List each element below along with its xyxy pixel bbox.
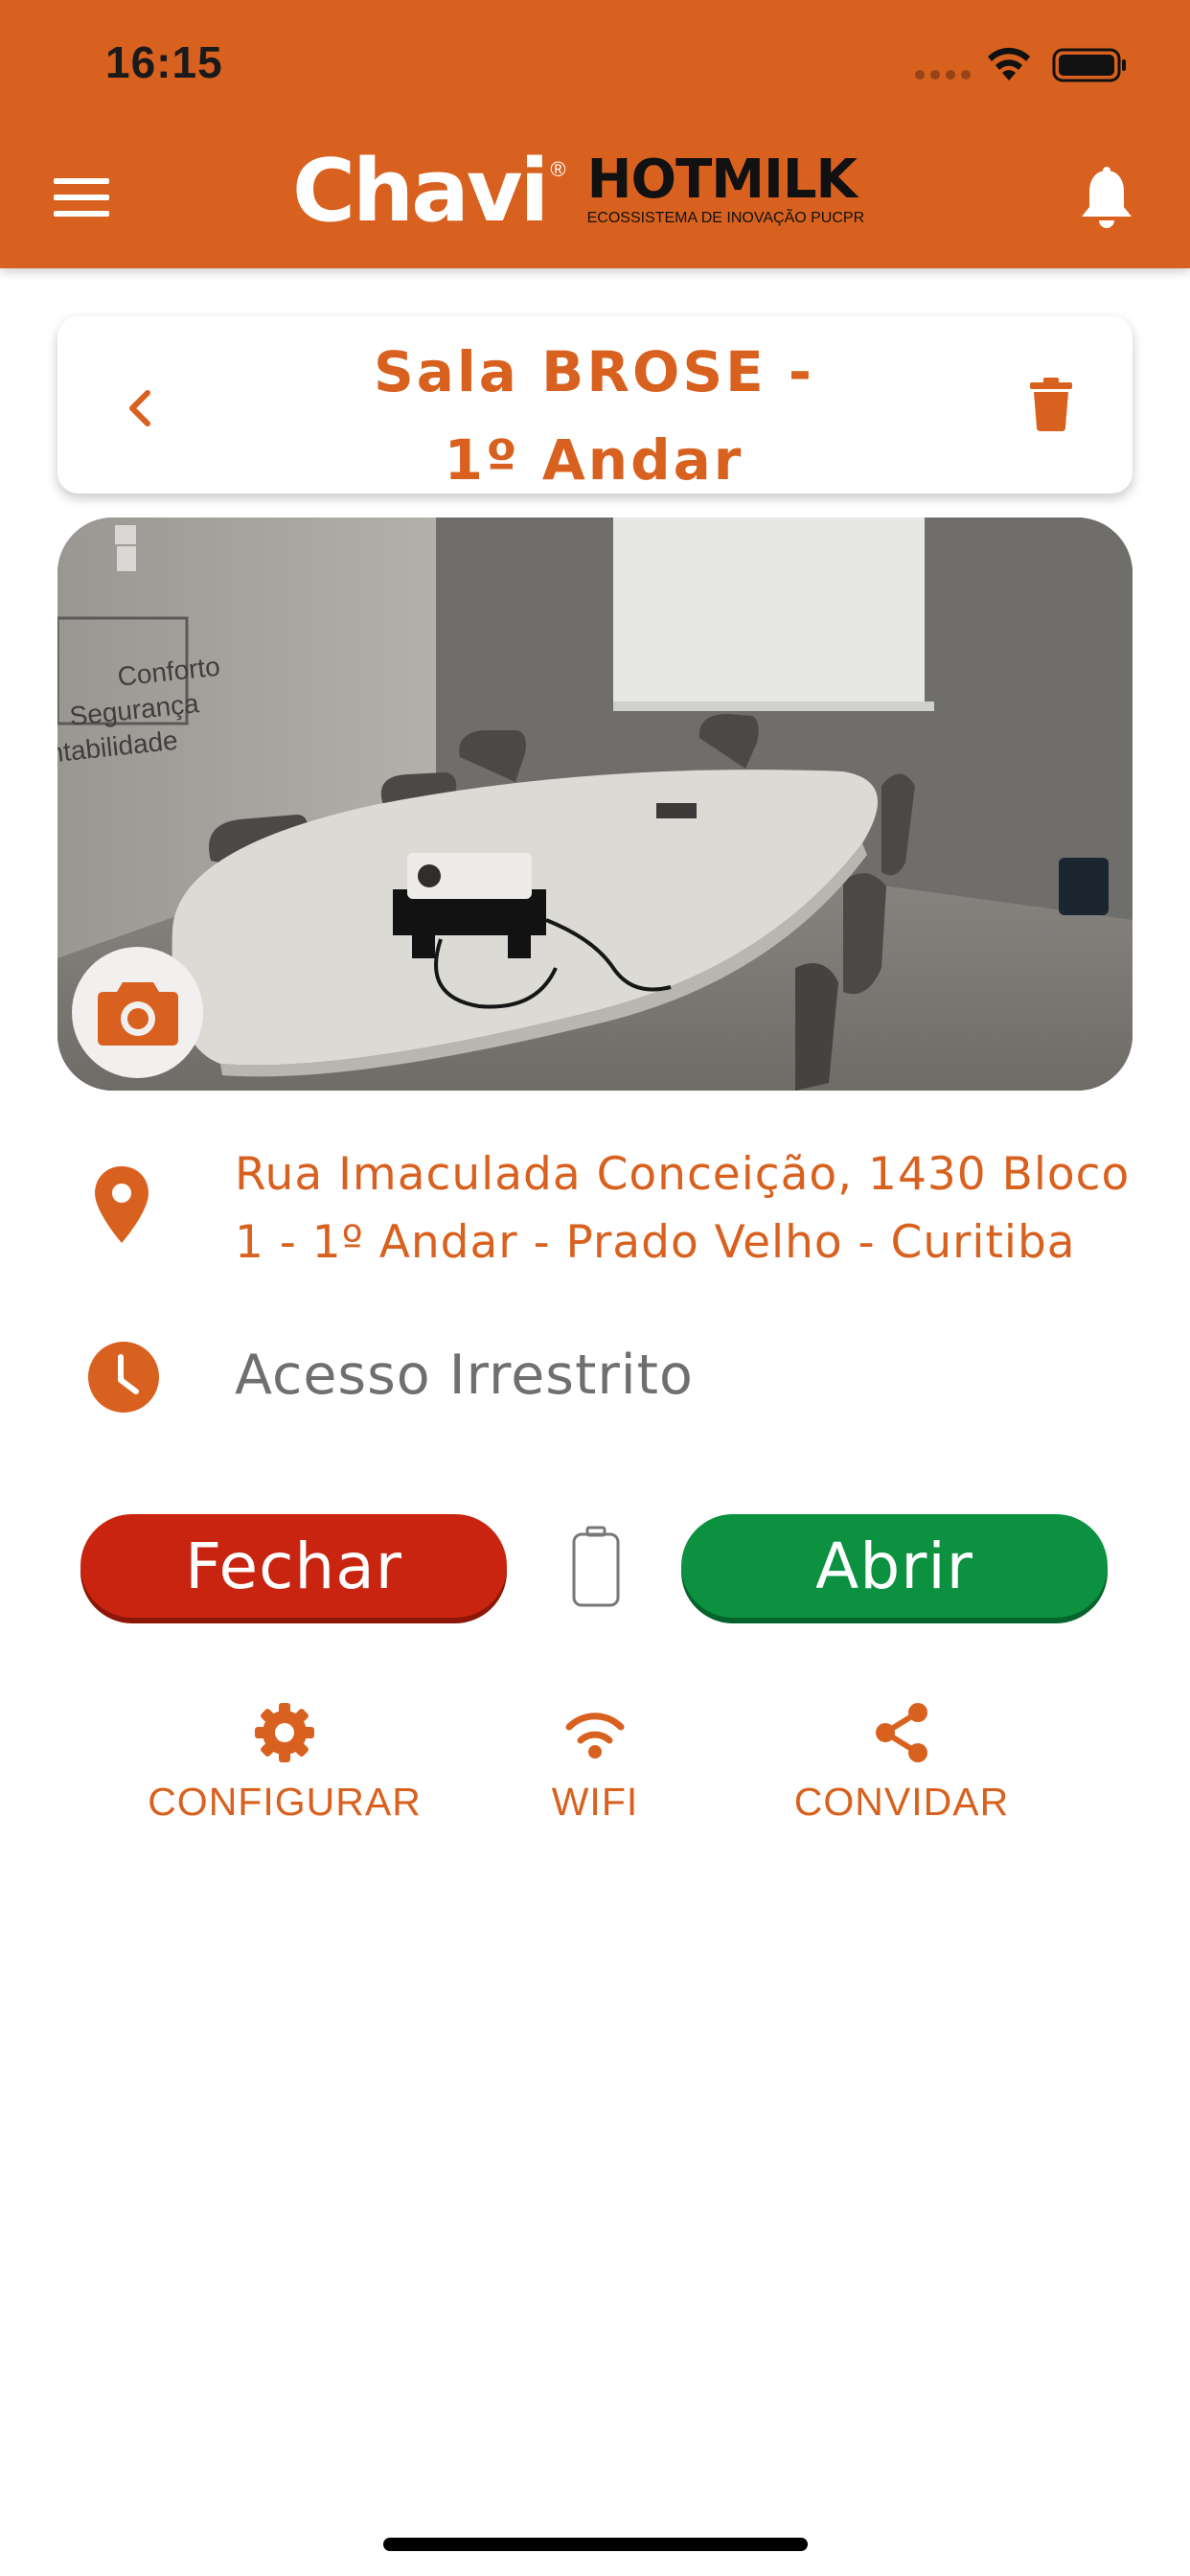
status-battery-icon [1052,48,1126,82]
change-photo-button[interactable] [72,947,203,1078]
wifi-label: WIFI [551,1780,639,1824]
home-indicator[interactable] [383,2538,808,2551]
back-chevron-icon[interactable] [125,387,153,429]
app-header: 16:15 Chavi ® HOTMILK ECOSSISTEMA DE INO… [0,0,1190,268]
wifi-action[interactable]: WIFI [442,1701,748,1825]
cellular-signal-icon [915,70,971,80]
logo-registered-mark: ® [550,157,566,181]
share-icon [876,1703,927,1762]
logo-chavi: Chavi [292,141,549,242]
close-door-button[interactable]: Fechar [80,1514,507,1618]
hamburger-menu-icon[interactable] [54,176,109,218]
configure-label: CONFIGURAR [148,1780,422,1824]
gear-icon [255,1703,314,1762]
bell-icon[interactable] [1078,167,1135,230]
configure-action[interactable]: CONFIGURAR [131,1701,438,1825]
wifi-icon [565,1713,625,1759]
invite-label: CONVIDAR [793,1780,1010,1824]
camera-icon [97,981,178,1046]
device-battery-icon [572,1526,620,1607]
partner-logo: HOTMILK ECOSSISTEMA DE INOVAÇÃO PUCPR [587,151,865,228]
partner-logo-name: HOTMILK [586,149,858,211]
status-time: 16:15 [105,37,223,87]
app-logo: Chavi ® HOTMILK ECOSSISTEMA DE INOVAÇÃO … [292,144,864,240]
room-address: Rua Imaculada Conceição, 1430 Bloco 1 - … [235,1148,1131,1269]
open-door-button[interactable]: Abrir [681,1514,1108,1618]
status-wifi-icon [988,47,1030,80]
room-photo-illustration: ConfortoSegurançaSustentabilidade [57,518,1133,1091]
clock-icon [88,1342,159,1413]
room-header-card: Sala BROSE - 1º Andar [57,316,1133,494]
location-pin-icon [95,1166,149,1243]
trash-icon[interactable] [1030,378,1072,431]
invite-action[interactable]: CONVIDAR [748,1701,1055,1825]
access-level: Acesso Irrestrito [235,1344,694,1407]
room-photo: Conforto Segurança Sustentabilidade [57,518,1133,1091]
partner-logo-subtitle: ECOSSISTEMA DE INOVAÇÃO PUCPR [586,210,865,226]
room-title: Sala BROSE - 1º Andar [374,339,814,493]
